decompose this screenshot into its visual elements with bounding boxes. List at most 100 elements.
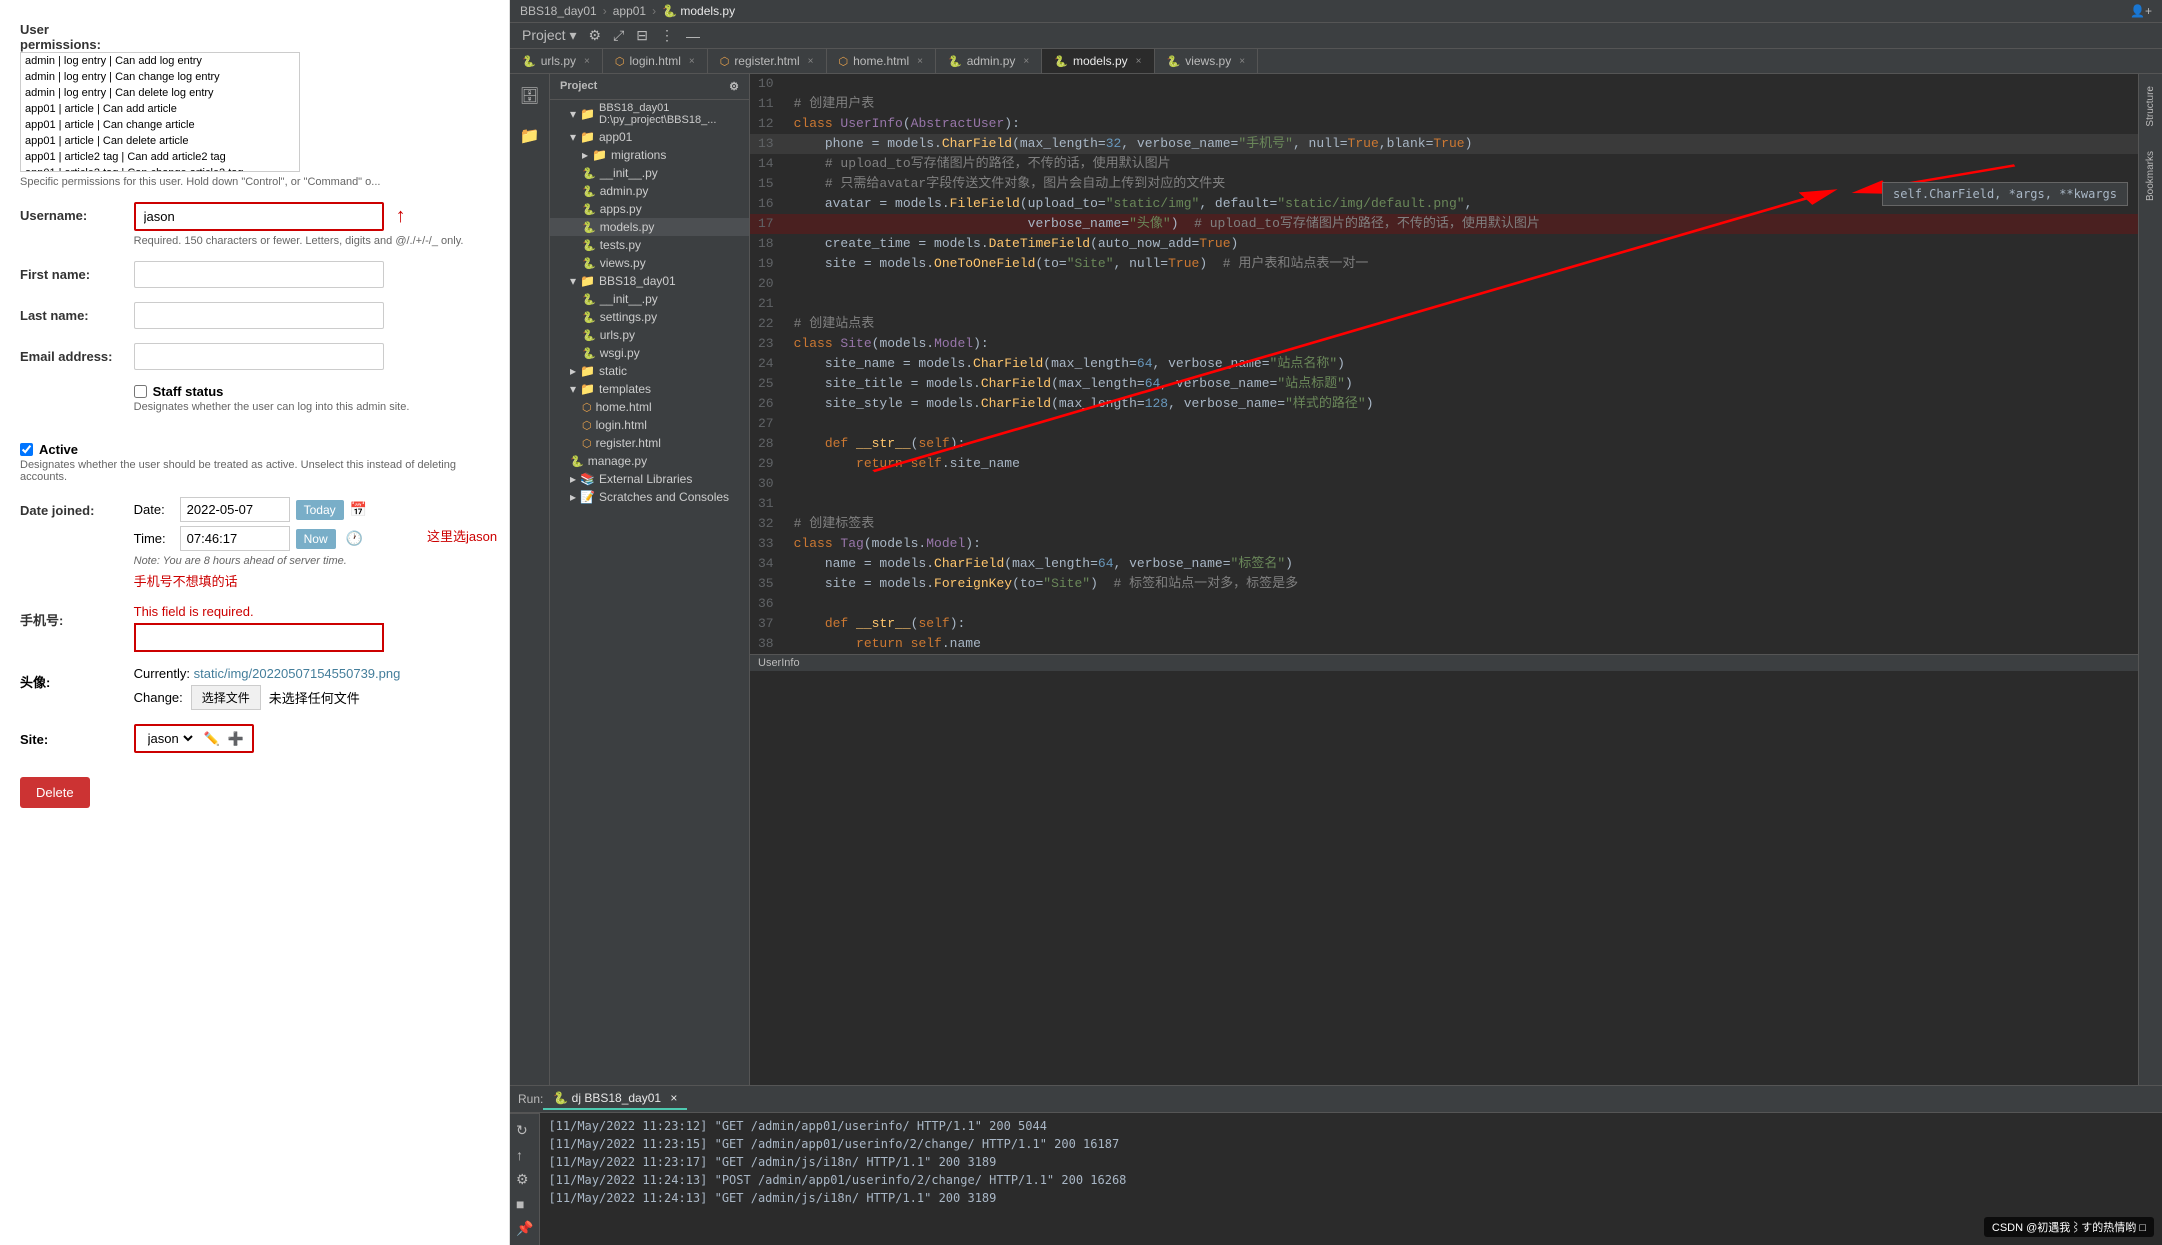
permissions-field: User permissions: admin | log entry | Ca…: [20, 16, 489, 188]
site-edit-icon[interactable]: ✏️: [204, 731, 220, 747]
tab-views-py[interactable]: 🐍 views.py ×: [1155, 49, 1259, 73]
run-pin-icon[interactable]: 📌: [516, 1220, 533, 1237]
permission-item[interactable]: admin | log entry | Can add log entry: [21, 53, 299, 69]
date-input[interactable]: [180, 497, 290, 522]
tree-static[interactable]: ▸ 📁 static: [550, 362, 749, 380]
staff-checkbox[interactable]: [134, 385, 147, 398]
settings-icon[interactable]: ⚙: [585, 25, 606, 46]
expand-icon[interactable]: ⤢: [609, 25, 628, 46]
tree-views-py[interactable]: 🐍 views.py: [550, 254, 749, 272]
ide-panel: BBS18_day01 › app01 › 🐍 models.py 👤+ Pro…: [510, 0, 2162, 1245]
tab-login-close[interactable]: ×: [689, 56, 695, 67]
ide-sidebar-icons: 🗄 📁: [510, 74, 550, 1085]
permission-item[interactable]: app01 | article2 tag | Can add article2 …: [21, 149, 299, 165]
tab-login-html[interactable]: ⬡ login.html ×: [603, 49, 708, 73]
permission-item[interactable]: app01 | article2 tag | Can change articl…: [21, 165, 299, 172]
tab-home-html[interactable]: ⬡ home.html ×: [827, 49, 936, 73]
run-restart-icon[interactable]: ↻: [516, 1122, 533, 1139]
user-icon[interactable]: 👤+: [2130, 4, 2152, 18]
more-icon[interactable]: ⋮: [656, 25, 678, 46]
home-html-tree-label: home.html: [596, 400, 652, 414]
tree-settings-py[interactable]: 🐍 settings.py: [550, 308, 749, 326]
now-button[interactable]: Now: [296, 529, 336, 549]
tab-admin-close[interactable]: ×: [1023, 56, 1029, 67]
tree-urls-py[interactable]: 🐍 urls.py: [550, 326, 749, 344]
run-settings-icon[interactable]: ⚙: [516, 1171, 533, 1188]
run-stop-icon[interactable]: ■: [516, 1196, 533, 1212]
code-editor[interactable]: self.CharField, *args, **kwargs 10: [750, 74, 2138, 1085]
tree-register-html[interactable]: ⬡ register.html: [550, 434, 749, 452]
project-dropdown[interactable]: Project ▾: [518, 25, 581, 46]
ext-chevron: ▸: [570, 472, 576, 486]
tree-manage-py[interactable]: 🐍 manage.py: [550, 452, 749, 470]
tree-wsgi-py[interactable]: 🐍 wsgi.py: [550, 344, 749, 362]
tree-migrations[interactable]: ▸ 📁 migrations: [550, 146, 749, 164]
phone-input[interactable]: [134, 623, 384, 652]
split-icon[interactable]: ⊟: [632, 25, 652, 46]
today-button[interactable]: Today: [296, 500, 344, 520]
run-tab-close[interactable]: ×: [670, 1091, 677, 1105]
py-icon: 🐍: [582, 329, 596, 342]
tree-apps-py[interactable]: 🐍 apps.py: [550, 200, 749, 218]
tree-tests-py[interactable]: 🐍 tests.py: [550, 236, 749, 254]
structure-tab[interactable]: Structure: [2141, 74, 2160, 139]
tree-login-html[interactable]: ⬡ login.html: [550, 416, 749, 434]
tab-views-close[interactable]: ×: [1239, 56, 1245, 67]
lastname-input[interactable]: [134, 302, 384, 329]
tree-bbs18[interactable]: ▾ 📁 BBS18_day01: [550, 272, 749, 290]
clock-icon[interactable]: 🕐: [346, 530, 363, 547]
models-py-icon: 🐍: [1054, 55, 1068, 68]
code-line: 12 class UserInfo(AbstractUser):: [750, 114, 2138, 134]
tab-admin-py[interactable]: 🐍 admin.py ×: [936, 49, 1042, 73]
permission-item[interactable]: admin | log entry | Can change log entry: [21, 69, 299, 85]
calendar-icon[interactable]: 📅: [350, 501, 367, 518]
close-left-icon[interactable]: —: [682, 26, 704, 46]
tab-home-close[interactable]: ×: [917, 56, 923, 67]
py-icon: 🐍: [582, 203, 596, 216]
permission-item[interactable]: app01 | article | Can delete article: [21, 133, 299, 149]
avatar-link[interactable]: static/img/20220507154550739.png: [194, 666, 401, 681]
tree-root[interactable]: ▾ 📁 BBS18_day01 D:\py_project\BBS18_...: [550, 100, 749, 128]
tree-init-bbs18[interactable]: 🐍 __init__.py: [550, 290, 749, 308]
tree-templates[interactable]: ▾ 📁 templates: [550, 380, 749, 398]
permission-item[interactable]: app01 | article | Can add article: [21, 101, 299, 117]
permissions-list[interactable]: admin | log entry | Can add log entry ad…: [20, 52, 300, 172]
breadcrumb-app[interactable]: app01: [613, 4, 646, 18]
tree-app01[interactable]: ▾ 📁 app01: [550, 128, 749, 146]
tree-external-libs[interactable]: ▸ 📚 External Libraries: [550, 470, 749, 488]
permission-item[interactable]: admin | log entry | Can delete log entry: [21, 85, 299, 101]
run-log: [11/May/2022 11:23:12] "GET /admin/app01…: [540, 1113, 2162, 1245]
delete-button[interactable]: Delete: [20, 777, 90, 808]
tree-home-html[interactable]: ⬡ home.html: [550, 398, 749, 416]
tab-register-html[interactable]: ⬡ register.html ×: [708, 49, 827, 73]
bookmarks-tab[interactable]: Bookmarks: [2141, 139, 2160, 213]
tab-register-close[interactable]: ×: [808, 56, 814, 67]
site-select[interactable]: jason: [144, 730, 196, 747]
firstname-input[interactable]: [134, 261, 384, 288]
time-input[interactable]: [180, 526, 290, 551]
file-choose-button[interactable]: 选择文件: [191, 685, 261, 710]
db-browser-icon[interactable]: 🗄: [515, 82, 543, 110]
project-icon[interactable]: 📁: [516, 122, 544, 150]
tree-init-app01[interactable]: 🐍 __init__.py: [550, 164, 749, 182]
active-checkbox[interactable]: [20, 443, 33, 456]
tree-models-py[interactable]: 🐍 models.py: [550, 218, 749, 236]
tab-models-py[interactable]: 🐍 models.py ×: [1042, 49, 1154, 73]
permission-item[interactable]: app01 | article | Can change article: [21, 117, 299, 133]
tree-settings-icon[interactable]: ⚙: [729, 80, 739, 93]
run-scroll-up-icon[interactable]: ↑: [516, 1147, 533, 1163]
phone-field: 手机号: This field is required.: [20, 604, 489, 652]
tab-urls-close[interactable]: ×: [584, 56, 590, 67]
run-tab-bbs18[interactable]: 🐍 dj BBS18_day01 ×: [543, 1088, 687, 1110]
staff-help: Designates whether the user can log into…: [134, 401, 410, 413]
ide-right-tabs: Structure Bookmarks: [2138, 74, 2162, 1085]
tree-scratches[interactable]: ▸ 📝 Scratches and Consoles: [550, 488, 749, 506]
breadcrumb-project[interactable]: BBS18_day01: [520, 4, 597, 18]
username-input[interactable]: [134, 202, 384, 231]
email-input[interactable]: [134, 343, 384, 370]
tree-admin-py[interactable]: 🐍 admin.py: [550, 182, 749, 200]
tab-models-close[interactable]: ×: [1136, 56, 1142, 67]
tab-urls-py[interactable]: 🐍 urls.py ×: [510, 49, 603, 73]
breadcrumb-file[interactable]: 🐍 models.py: [662, 4, 735, 18]
site-add-icon[interactable]: ➕: [228, 731, 244, 747]
